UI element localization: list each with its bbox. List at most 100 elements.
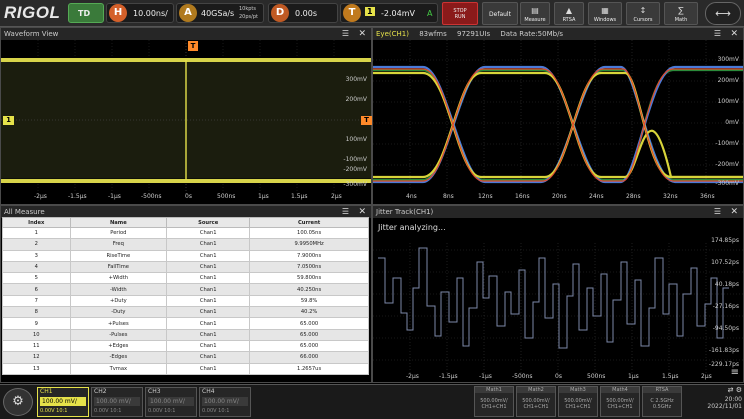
- menu-icon[interactable]: ☰: [714, 28, 721, 40]
- math4-control[interactable]: Math4 500.00mV/ CH1+CH1: [600, 386, 640, 417]
- ch1-control[interactable]: CH1 100.00 mV/ 0.00V 10:1: [37, 387, 89, 417]
- y-tick: 0mV: [725, 119, 739, 126]
- y-tick: -300mV: [715, 180, 739, 187]
- x-tick: 4ns: [406, 193, 417, 200]
- column-header[interactable]: Current: [249, 217, 369, 228]
- table-row[interactable]: 3 RiseTime Chan1 7.9000ns: [2, 249, 369, 262]
- default-label: Default: [489, 11, 511, 18]
- table-row[interactable]: 10 -Pulses Chan1 65.000: [2, 328, 369, 341]
- column-header[interactable]: Index: [2, 217, 71, 228]
- x-tick: 1µs: [258, 193, 269, 200]
- horizontal-timebase[interactable]: H 10.00ns/: [106, 3, 174, 23]
- table-cell: Tvmax: [69, 362, 168, 375]
- close-icon[interactable]: ✕: [730, 206, 738, 218]
- ch1-offset: 0.00V 10:1: [40, 408, 68, 414]
- table-cell: +Duty: [69, 294, 168, 308]
- table-cell: 7.9000ns: [249, 249, 369, 262]
- jitter-plot[interactable]: [373, 218, 743, 382]
- ch3-offset: 0.00V 10:1: [148, 408, 176, 414]
- ch3-control[interactable]: CH3 100.00 mV/ 0.00V 10:1: [145, 387, 197, 417]
- measure-button[interactable]: ▤ Measure: [520, 2, 550, 25]
- trigger-position-marker[interactable]: T: [188, 41, 198, 51]
- ch4-control[interactable]: CH4 100.00 mV/ 0.00V 10:1: [199, 387, 251, 417]
- math-label: Math: [674, 17, 688, 23]
- collapse-menu-icon[interactable]: ≡: [731, 367, 739, 378]
- table-row[interactable]: 2 Freq Chan1 9.9950MHz: [2, 238, 369, 251]
- table-cell: 65.000: [249, 328, 369, 341]
- table-row[interactable]: 8 -Duty Chan1 40.2%: [2, 306, 369, 319]
- rtsa-span: 0.5GHz: [652, 404, 672, 410]
- trigger-settings[interactable]: T 1 -2.04mV A: [340, 3, 438, 23]
- table-cell: 66.000: [249, 351, 369, 364]
- windows-button[interactable]: ▦ Windows: [588, 2, 622, 25]
- x-tick: 500ns: [217, 193, 236, 200]
- table-cell: 65.000: [249, 339, 369, 353]
- table-row[interactable]: 12 -Edges Chan1 66.000: [2, 351, 369, 364]
- x-tick: 28ns: [626, 193, 641, 200]
- math1-control[interactable]: Math1 500.00mV/ CH1+CH1: [474, 386, 514, 417]
- column-header[interactable]: Source: [166, 217, 251, 228]
- waveform-view-title: Waveform View: [4, 30, 59, 38]
- table-cell: 7.0500ns: [249, 260, 369, 274]
- table-row[interactable]: 4 FallTime Chan1 7.0500ns: [2, 260, 369, 274]
- close-icon[interactable]: ✕: [358, 28, 366, 40]
- x-tick: 1µs: [628, 373, 639, 380]
- usb-lan-icon: ⇄ ⚙: [727, 386, 742, 394]
- ch3-label: CH3: [148, 388, 161, 395]
- table-row[interactable]: 1 Period Chan1 100.05ns: [2, 226, 369, 240]
- table-row[interactable]: 7 +Duty Chan1 59.8%: [2, 294, 369, 308]
- table-cell: Freq: [69, 238, 168, 251]
- x-tick: -2µs: [34, 193, 47, 200]
- math-button[interactable]: ∑ Math: [664, 2, 698, 25]
- table-row[interactable]: 5 +Width Chan1 59.800ns: [2, 272, 369, 285]
- navigation-icon[interactable]: ⟷: [705, 2, 741, 25]
- waveform-plot[interactable]: [1, 40, 371, 204]
- table-cell: 1: [2, 226, 71, 240]
- home-gear-icon[interactable]: ⚙: [3, 388, 33, 416]
- math2-control[interactable]: Math2 500.00mV/ CH1+CH1: [516, 386, 556, 417]
- y-tick: -161.83ps: [708, 347, 739, 354]
- stop-run-button[interactable]: STOP RUN: [442, 2, 478, 25]
- acquire-settings[interactable]: A 40GSa/s 10kpts 20ps/pt: [176, 3, 264, 23]
- x-tick: 8ns: [443, 193, 454, 200]
- rtsa-button[interactable]: ▲ RTSA: [554, 2, 584, 25]
- eye-plot[interactable]: [373, 40, 743, 204]
- rtsa-control[interactable]: RTSA C 2.5GHz 0.5GHz: [642, 386, 682, 417]
- table-row[interactable]: 11 +Edges Chan1 65.000: [2, 339, 369, 353]
- table-cell: Chan1: [166, 238, 251, 251]
- table-row[interactable]: 9 +Pulses Chan1 65.000: [2, 317, 369, 330]
- x-tick: 16ns: [515, 193, 530, 200]
- math1-source: CH1+CH1: [481, 404, 507, 410]
- table-cell: 100.05ns: [249, 226, 369, 240]
- table-cell: 59.800ns: [249, 272, 369, 285]
- td-indicator[interactable]: TD: [68, 3, 104, 23]
- table-row[interactable]: 13 Tvmax Chan1 1.2657us: [2, 362, 369, 375]
- trigger-mode: A: [427, 9, 433, 18]
- trigger-level-marker[interactable]: T: [361, 116, 372, 125]
- table-cell: 8: [2, 306, 71, 319]
- menu-icon[interactable]: ☰: [714, 206, 721, 218]
- delay-settings[interactable]: D 0.00s: [268, 3, 338, 23]
- x-tick: -1.5µs: [439, 373, 458, 380]
- close-icon[interactable]: ✕: [730, 28, 738, 40]
- menu-icon[interactable]: ☰: [342, 28, 349, 40]
- table-cell: 40.250ns: [249, 283, 369, 296]
- default-button[interactable]: Default: [482, 2, 518, 25]
- table-cell: 9: [2, 317, 71, 330]
- ch1-label: CH1: [40, 388, 53, 395]
- table-cell: 10: [2, 328, 71, 341]
- ch4-label: CH4: [202, 388, 215, 395]
- ch1-offset-marker[interactable]: 1: [3, 116, 14, 125]
- x-tick: 24ns: [589, 193, 604, 200]
- column-header[interactable]: Name: [69, 217, 168, 228]
- math3-control[interactable]: Math3 500.00mV/ CH1+CH1: [558, 386, 598, 417]
- table-row[interactable]: 6 -Width Chan1 40.250ns: [2, 283, 369, 296]
- table-cell: Chan1: [166, 362, 251, 375]
- x-tick: -1µs: [108, 193, 121, 200]
- ch2-control[interactable]: CH2 100.00 mV/ 0.00V 10:1: [91, 387, 143, 417]
- ch2-offset: 0.00V 10:1: [94, 408, 122, 414]
- cursors-button[interactable]: ↕ Cursors: [626, 2, 660, 25]
- y-tick: 300mV: [345, 76, 367, 83]
- ch4-offset: 0.00V 10:1: [202, 408, 230, 414]
- x-tick: -1µs: [479, 373, 492, 380]
